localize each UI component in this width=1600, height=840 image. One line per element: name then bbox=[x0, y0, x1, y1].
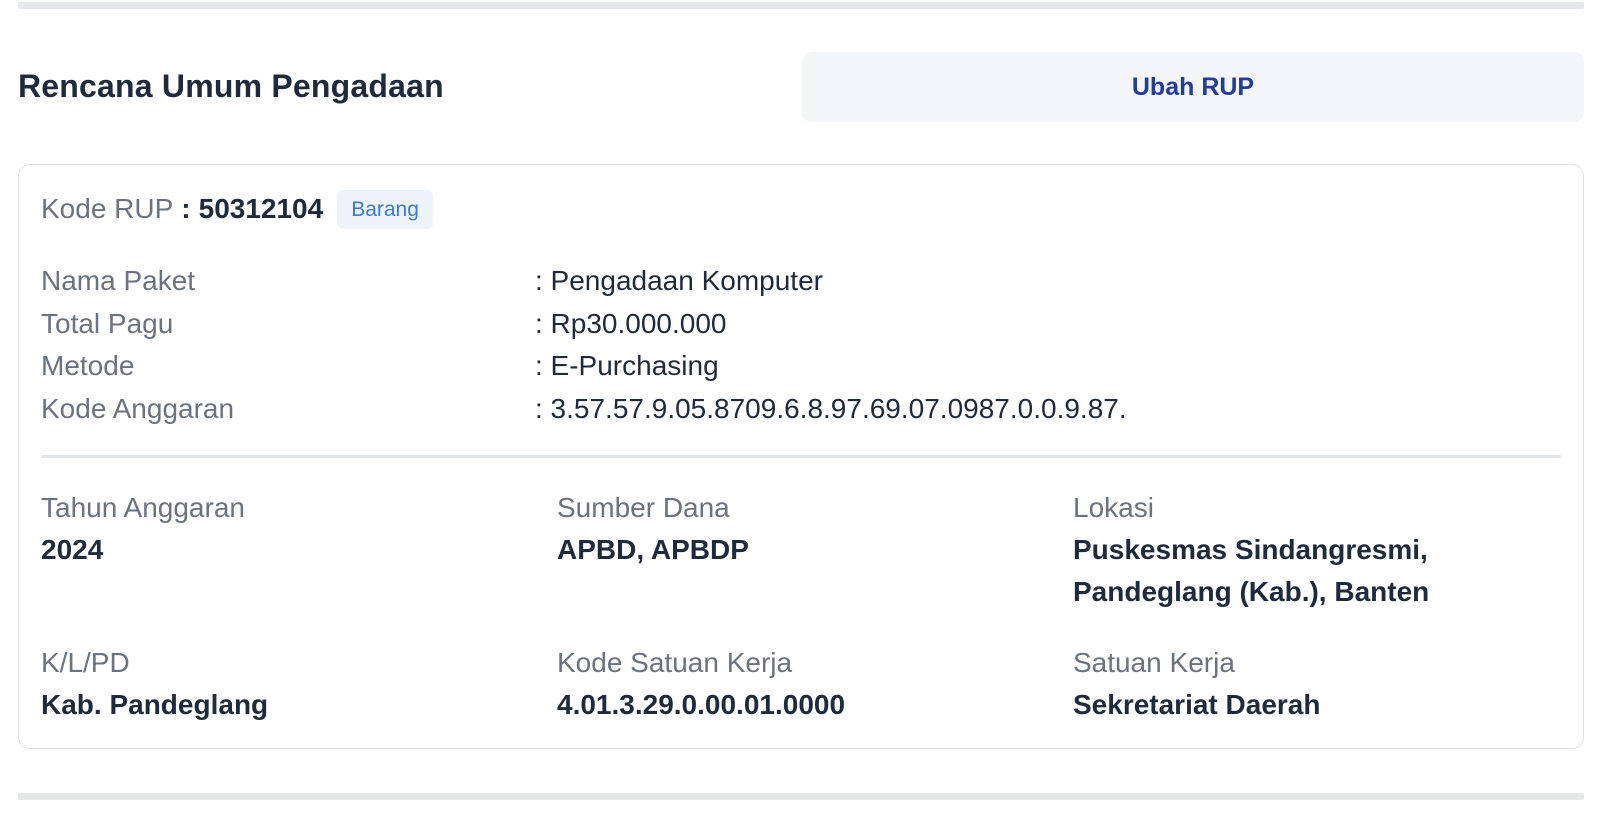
bottom-divider bbox=[18, 793, 1584, 800]
info-label: Nama Paket bbox=[41, 265, 196, 297]
info-label: Kode Anggaran bbox=[41, 392, 235, 424]
detail-sumber-dana: Sumber Dana APBD, APBDP bbox=[557, 487, 1057, 571]
info-label: Total Pagu bbox=[41, 307, 174, 339]
detail-label: Lokasi bbox=[1073, 492, 1154, 523]
info-row-kode-anggaran: Kode Anggaran : 3.57.57.9.05.8709.6.8.97… bbox=[41, 388, 1541, 431]
info-value: : Rp30.000.000 bbox=[535, 307, 727, 339]
detail-label: Kode Satuan Kerja bbox=[557, 647, 793, 678]
detail-label: Tahun Anggaran bbox=[41, 492, 245, 523]
section-title: Rencana Umum Pengadaan bbox=[18, 68, 444, 104]
rup-card: Kode RUP : 50312104 Barang Nama Paket : … bbox=[18, 164, 1584, 749]
detail-kode-satuan-kerja: Kode Satuan Kerja 4.01.3.29.0.00.01.0000 bbox=[557, 642, 1057, 726]
edit-rup-button[interactable]: Ubah RUP bbox=[802, 52, 1584, 122]
info-value: : E-Purchasing bbox=[535, 350, 719, 382]
card-divider bbox=[41, 455, 1561, 458]
detail-satuan-kerja: Satuan Kerja Sekretariat Daerah bbox=[1073, 642, 1561, 726]
info-value: : Pengadaan Komputer bbox=[535, 265, 823, 297]
detail-value: APBD, APBDP bbox=[557, 534, 749, 565]
detail-lokasi: Lokasi Puskesmas Sindangresmi, Pandeglan… bbox=[1073, 487, 1561, 613]
page: Rencana Umum Pengadaan Ubah RUP Kode RUP… bbox=[0, 0, 1600, 840]
info-value: : 3.57.57.9.05.8709.6.8.97.69.07.0987.0.… bbox=[535, 392, 1127, 424]
detail-value: 2024 bbox=[41, 534, 104, 565]
detail-tahun-anggaran: Tahun Anggaran 2024 bbox=[41, 487, 541, 571]
detail-value: Kab. Pandeglang bbox=[41, 689, 269, 720]
info-row-metode: Metode : E-Purchasing bbox=[41, 345, 1541, 388]
info-label: Metode bbox=[41, 350, 135, 382]
detail-value: 4.01.3.29.0.00.01.0000 bbox=[557, 689, 846, 720]
kode-rup-separator: : bbox=[181, 193, 191, 224]
top-divider bbox=[18, 2, 1584, 9]
detail-label: K/L/PD bbox=[41, 647, 130, 678]
kode-rup-label: Kode RUP bbox=[41, 193, 174, 224]
detail-label: Sumber Dana bbox=[557, 492, 730, 523]
kode-rup-row: Kode RUP : 50312104 Barang bbox=[41, 187, 433, 231]
detail-klpd: K/L/PD Kab. Pandeglang bbox=[41, 642, 541, 726]
category-badge: Barang bbox=[337, 189, 433, 229]
detail-value: Puskesmas Sindangresmi, Pandeglang (Kab.… bbox=[1073, 534, 1430, 607]
section-header: Rencana Umum Pengadaan Ubah RUP bbox=[18, 52, 1584, 122]
info-row-total-pagu: Total Pagu : Rp30.000.000 bbox=[41, 303, 1541, 346]
package-info-list: Nama Paket : Pengadaan Komputer Total Pa… bbox=[41, 260, 1541, 430]
detail-value: Sekretariat Daerah bbox=[1073, 689, 1321, 720]
detail-label: Satuan Kerja bbox=[1073, 647, 1235, 678]
info-row-nama-paket: Nama Paket : Pengadaan Komputer bbox=[41, 260, 1541, 303]
kode-rup-value: 50312104 bbox=[198, 193, 324, 224]
